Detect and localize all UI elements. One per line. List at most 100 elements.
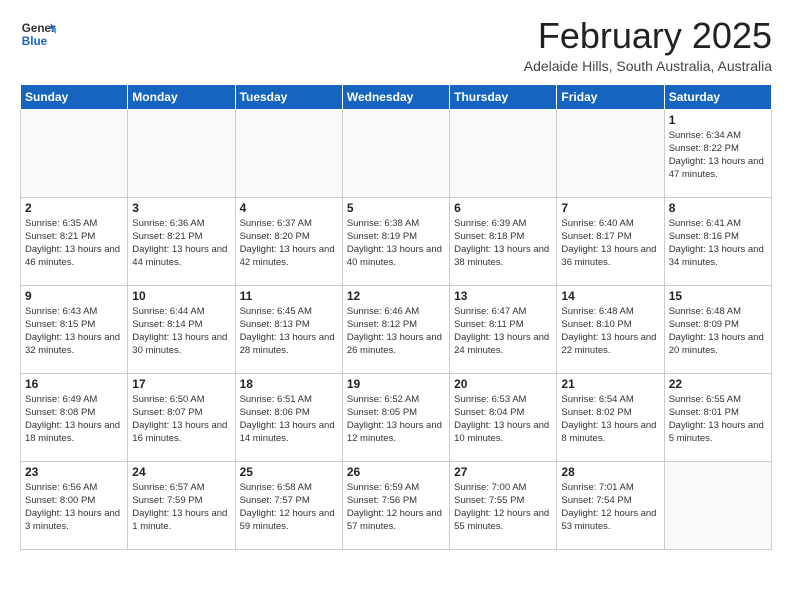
day-number: 3 [132,201,230,215]
day-info: Sunrise: 6:53 AM Sunset: 8:04 PM Dayligh… [454,393,552,446]
day-info: Sunrise: 6:55 AM Sunset: 8:01 PM Dayligh… [669,393,767,446]
calendar-day-header: Monday [128,84,235,109]
calendar-cell: 3 Sunrise: 6:36 AM Sunset: 8:21 PM Daylig… [128,197,235,285]
calendar-cell: 21 Sunrise: 6:54 AM Sunset: 8:02 PM Dayli… [557,373,664,461]
day-info: Sunrise: 6:49 AM Sunset: 8:08 PM Dayligh… [25,393,123,446]
day-number: 1 [669,113,767,127]
day-number: 13 [454,289,552,303]
calendar-cell [128,109,235,197]
calendar-week-row: 2 Sunrise: 6:35 AM Sunset: 8:21 PM Daylig… [21,197,772,285]
calendar-cell [21,109,128,197]
day-info: Sunrise: 6:48 AM Sunset: 8:10 PM Dayligh… [561,305,659,358]
logo-icon: General Blue [20,16,56,52]
calendar-cell: 13 Sunrise: 6:47 AM Sunset: 8:11 PM Dayli… [450,285,557,373]
calendar-cell [342,109,449,197]
day-number: 16 [25,377,123,391]
day-info: Sunrise: 6:41 AM Sunset: 8:16 PM Dayligh… [669,217,767,270]
calendar-cell: 22 Sunrise: 6:55 AM Sunset: 8:01 PM Dayli… [664,373,771,461]
day-info: Sunrise: 6:38 AM Sunset: 8:19 PM Dayligh… [347,217,445,270]
calendar-cell: 11Sunrise: 6:45 AM Sunset: 8:13 PM Dayli… [235,285,342,373]
calendar-cell: 19Sunrise: 6:52 AM Sunset: 8:05 PM Dayli… [342,373,449,461]
day-info: Sunrise: 6:57 AM Sunset: 7:59 PM Dayligh… [132,481,230,534]
day-number: 26 [347,465,445,479]
day-number: 19 [347,377,445,391]
calendar-week-row: 9Sunrise: 6:43 AM Sunset: 8:15 PM Daylig… [21,285,772,373]
day-info: Sunrise: 6:36 AM Sunset: 8:21 PM Dayligh… [132,217,230,270]
svg-text:Blue: Blue [22,35,48,48]
calendar-cell [450,109,557,197]
calendar-cell: 25 Sunrise: 6:58 AM Sunset: 7:57 PM Dayli… [235,461,342,549]
day-number: 28 [561,465,659,479]
calendar-cell [557,109,664,197]
day-number: 7 [561,201,659,215]
day-info: Sunrise: 6:51 AM Sunset: 8:06 PM Dayligh… [240,393,338,446]
calendar-day-header: Wednesday [342,84,449,109]
calendar-cell: 8 Sunrise: 6:41 AM Sunset: 8:16 PM Daylig… [664,197,771,285]
calendar-day-header: Friday [557,84,664,109]
day-number: 17 [132,377,230,391]
day-info: Sunrise: 6:40 AM Sunset: 8:17 PM Dayligh… [561,217,659,270]
calendar-day-header: Sunday [21,84,128,109]
calendar-cell: 1 Sunrise: 6:34 AM Sunset: 8:22 PM Daylig… [664,109,771,197]
logo: General Blue [20,16,56,52]
calendar-cell: 16 Sunrise: 6:49 AM Sunset: 8:08 PM Dayli… [21,373,128,461]
calendar-cell [235,109,342,197]
day-info: Sunrise: 6:50 AM Sunset: 8:07 PM Dayligh… [132,393,230,446]
calendar-cell: 28Sunrise: 7:01 AM Sunset: 7:54 PM Dayli… [557,461,664,549]
day-info: Sunrise: 6:44 AM Sunset: 8:14 PM Dayligh… [132,305,230,358]
day-number: 15 [669,289,767,303]
day-info: Sunrise: 6:43 AM Sunset: 8:15 PM Dayligh… [25,305,123,358]
calendar-cell: 14 Sunrise: 6:48 AM Sunset: 8:10 PM Dayli… [557,285,664,373]
day-number: 22 [669,377,767,391]
day-number: 23 [25,465,123,479]
day-number: 27 [454,465,552,479]
calendar-day-header: Tuesday [235,84,342,109]
title-block: February 2025 Adelaide Hills, South Aust… [524,16,772,74]
day-info: Sunrise: 6:48 AM Sunset: 8:09 PM Dayligh… [669,305,767,358]
day-info: Sunrise: 6:45 AM Sunset: 8:13 PM Dayligh… [240,305,338,358]
calendar-header-row: SundayMondayTuesdayWednesdayThursdayFrid… [21,84,772,109]
day-number: 5 [347,201,445,215]
day-number: 25 [240,465,338,479]
header: General Blue February 2025 Adelaide Hill… [20,16,772,74]
day-info: Sunrise: 6:58 AM Sunset: 7:57 PM Dayligh… [240,481,338,534]
calendar-week-row: 23 Sunrise: 6:56 AM Sunset: 8:00 PM Dayli… [21,461,772,549]
day-number: 18 [240,377,338,391]
day-info: Sunrise: 6:59 AM Sunset: 7:56 PM Dayligh… [347,481,445,534]
day-info: Sunrise: 6:37 AM Sunset: 8:20 PM Dayligh… [240,217,338,270]
day-number: 6 [454,201,552,215]
calendar-cell: 24 Sunrise: 6:57 AM Sunset: 7:59 PM Dayli… [128,461,235,549]
calendar-cell: 26 Sunrise: 6:59 AM Sunset: 7:56 PM Dayli… [342,461,449,549]
day-number: 4 [240,201,338,215]
day-number: 21 [561,377,659,391]
calendar-week-row: 16 Sunrise: 6:49 AM Sunset: 8:08 PM Dayli… [21,373,772,461]
calendar-cell: 6 Sunrise: 6:39 AM Sunset: 8:18 PM Daylig… [450,197,557,285]
day-number: 12 [347,289,445,303]
day-number: 24 [132,465,230,479]
day-number: 8 [669,201,767,215]
calendar-cell: 27 Sunrise: 7:00 AM Sunset: 7:55 PM Dayli… [450,461,557,549]
location: Adelaide Hills, South Australia, Austral… [524,58,772,74]
calendar-day-header: Thursday [450,84,557,109]
calendar-cell: 12Sunrise: 6:46 AM Sunset: 8:12 PM Dayli… [342,285,449,373]
month-title: February 2025 [524,16,772,56]
day-info: Sunrise: 6:35 AM Sunset: 8:21 PM Dayligh… [25,217,123,270]
day-info: Sunrise: 7:00 AM Sunset: 7:55 PM Dayligh… [454,481,552,534]
day-number: 2 [25,201,123,215]
calendar-cell: 2 Sunrise: 6:35 AM Sunset: 8:21 PM Daylig… [21,197,128,285]
calendar-cell: 20Sunrise: 6:53 AM Sunset: 8:04 PM Dayli… [450,373,557,461]
day-info: Sunrise: 6:54 AM Sunset: 8:02 PM Dayligh… [561,393,659,446]
day-info: Sunrise: 6:47 AM Sunset: 8:11 PM Dayligh… [454,305,552,358]
day-info: Sunrise: 6:34 AM Sunset: 8:22 PM Dayligh… [669,129,767,182]
calendar-cell: 4 Sunrise: 6:37 AM Sunset: 8:20 PM Daylig… [235,197,342,285]
calendar-cell: 7 Sunrise: 6:40 AM Sunset: 8:17 PM Daylig… [557,197,664,285]
day-number: 10 [132,289,230,303]
day-number: 14 [561,289,659,303]
calendar-cell: 15 Sunrise: 6:48 AM Sunset: 8:09 PM Dayli… [664,285,771,373]
day-info: Sunrise: 6:56 AM Sunset: 8:00 PM Dayligh… [25,481,123,534]
calendar-day-header: Saturday [664,84,771,109]
calendar-cell: 9Sunrise: 6:43 AM Sunset: 8:15 PM Daylig… [21,285,128,373]
calendar-cell: 5 Sunrise: 6:38 AM Sunset: 8:19 PM Daylig… [342,197,449,285]
calendar-table: SundayMondayTuesdayWednesdayThursdayFrid… [20,84,772,550]
day-info: Sunrise: 6:39 AM Sunset: 8:18 PM Dayligh… [454,217,552,270]
